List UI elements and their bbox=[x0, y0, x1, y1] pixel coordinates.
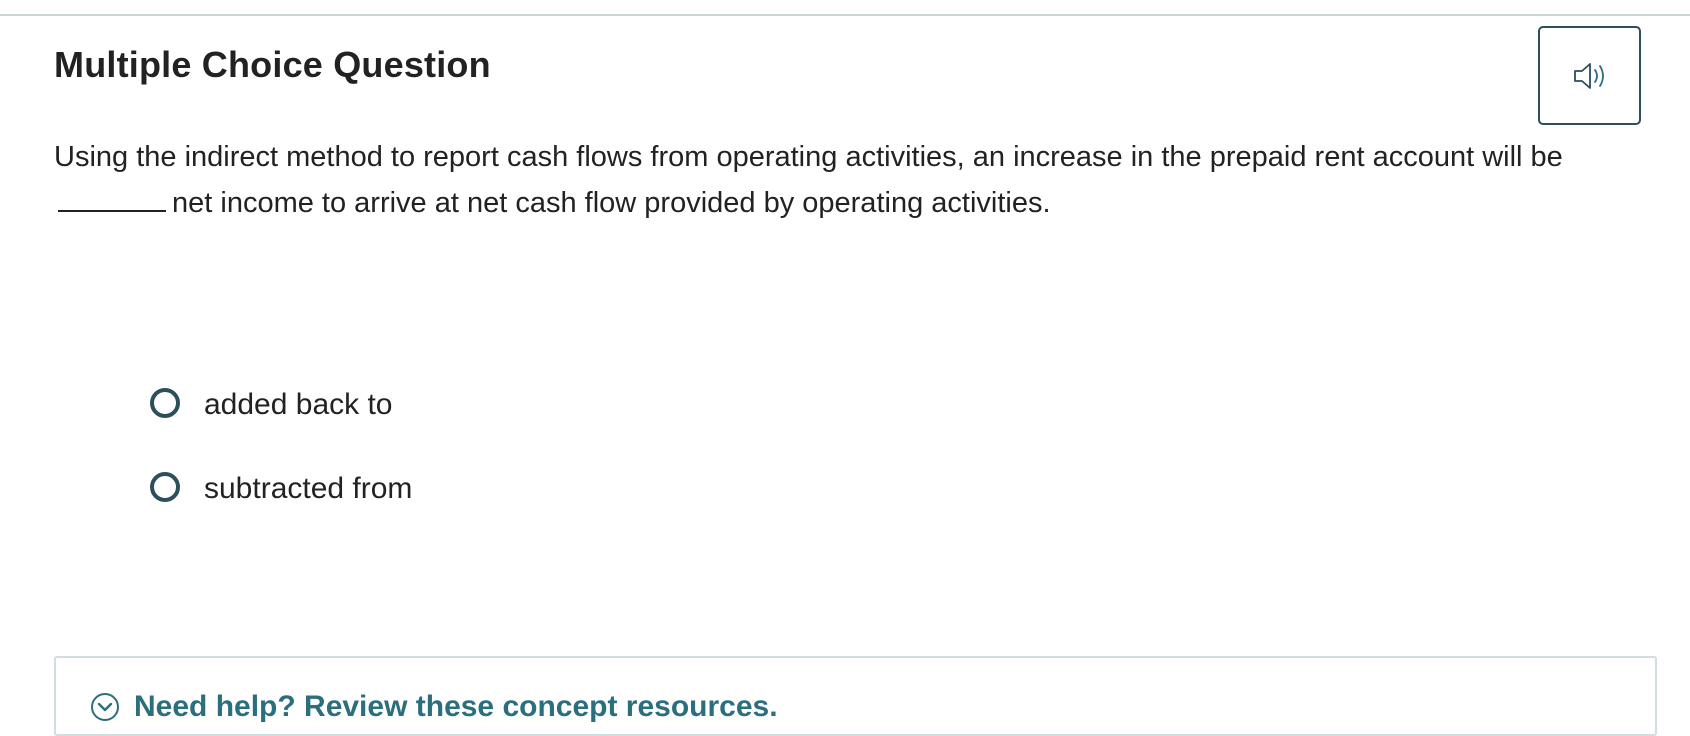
option-subtracted-from[interactable]: subtracted from bbox=[150, 468, 412, 510]
answer-blank bbox=[58, 180, 166, 212]
option-added-back-to[interactable]: added back to bbox=[150, 384, 412, 426]
radio-button[interactable] bbox=[150, 472, 180, 502]
answer-options: added back to subtracted from bbox=[150, 384, 412, 552]
chevron-down-circle-icon bbox=[91, 693, 119, 721]
speaker-icon bbox=[1573, 62, 1604, 89]
page-title: Multiple Choice Question bbox=[54, 44, 491, 85]
top-divider bbox=[0, 14, 1690, 16]
question-text-end: net income to arrive at net cash flow pr… bbox=[172, 187, 1051, 219]
concept-resources-toggle[interactable]: Need help? Review these concept resource… bbox=[90, 690, 778, 724]
radio-button[interactable] bbox=[150, 388, 180, 418]
option-label: subtracted from bbox=[204, 472, 413, 505]
read-aloud-button[interactable] bbox=[1538, 26, 1641, 125]
option-label: added back to bbox=[204, 388, 393, 421]
concept-resources-label: Need help? Review these concept resource… bbox=[134, 690, 778, 723]
question-prompt: Using the indirect method to report cash… bbox=[54, 134, 1654, 226]
concept-resources-panel: Need help? Review these concept resource… bbox=[54, 656, 1657, 736]
question-text-start: Using the indirect method to report cash… bbox=[54, 141, 1563, 173]
